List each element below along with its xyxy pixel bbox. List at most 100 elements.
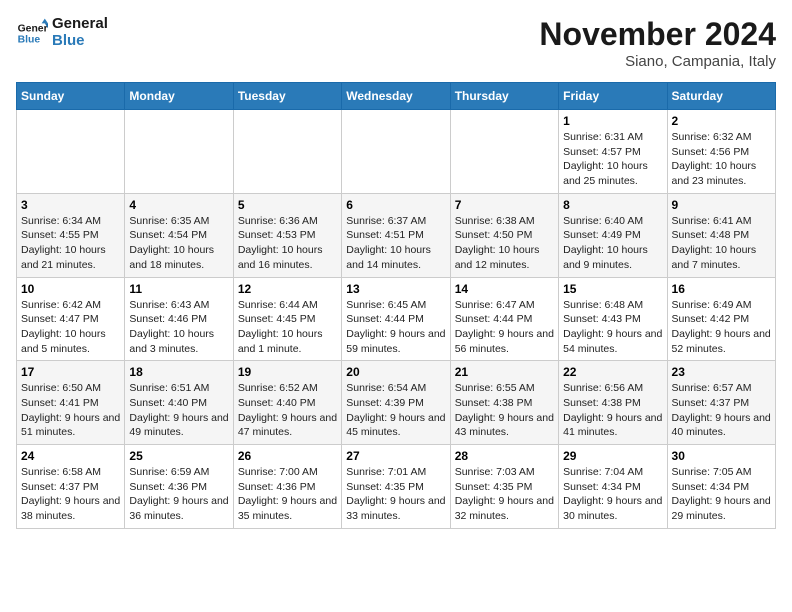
calendar-cell: 6 Sunrise: 6:37 AM Sunset: 4:51 PM Daylig… [342,193,450,277]
day-info: Sunrise: 6:56 AM Sunset: 4:38 PM Dayligh… [563,381,662,440]
day-number: 30 [672,449,771,463]
calendar-cell: 2 Sunrise: 6:32 AM Sunset: 4:56 PM Daylig… [667,110,775,194]
day-number: 20 [346,365,445,379]
col-header-wednesday: Wednesday [342,83,450,110]
day-number: 25 [129,449,228,463]
day-number: 11 [129,282,228,296]
calendar-cell: 24 Sunrise: 6:58 AM Sunset: 4:37 PM Dayli… [17,445,125,529]
calendar-cell: 30 Sunrise: 7:05 AM Sunset: 4:34 PM Dayli… [667,445,775,529]
calendar-cell: 29 Sunrise: 7:04 AM Sunset: 4:34 PM Dayli… [559,445,667,529]
day-info: Sunrise: 7:03 AM Sunset: 4:35 PM Dayligh… [455,465,554,524]
day-number: 6 [346,198,445,212]
logo-icon: General Blue [16,17,48,49]
day-info: Sunrise: 6:47 AM Sunset: 4:44 PM Dayligh… [455,298,554,357]
calendar-cell [450,110,558,194]
day-info: Sunrise: 7:00 AM Sunset: 4:36 PM Dayligh… [238,465,337,524]
day-number: 14 [455,282,554,296]
day-number: 1 [563,114,662,128]
day-info: Sunrise: 6:59 AM Sunset: 4:36 PM Dayligh… [129,465,228,524]
title-block: November 2024 Siano, Campania, Italy [539,16,776,70]
calendar-cell: 7 Sunrise: 6:38 AM Sunset: 4:50 PM Daylig… [450,193,558,277]
day-info: Sunrise: 6:44 AM Sunset: 4:45 PM Dayligh… [238,298,337,357]
day-number: 15 [563,282,662,296]
day-number: 24 [21,449,120,463]
day-info: Sunrise: 6:55 AM Sunset: 4:38 PM Dayligh… [455,381,554,440]
day-number: 16 [672,282,771,296]
day-info: Sunrise: 6:40 AM Sunset: 4:49 PM Dayligh… [563,214,662,273]
calendar-cell: 23 Sunrise: 6:57 AM Sunset: 4:37 PM Dayli… [667,361,775,445]
col-header-monday: Monday [125,83,233,110]
month-title: November 2024 [539,16,776,53]
day-number: 17 [21,365,120,379]
calendar-cell: 15Sunrise: 6:48 AM Sunset: 4:43 PM Dayli… [559,277,667,361]
page-header: General Blue General Blue November 2024 … [16,16,776,70]
day-info: Sunrise: 7:01 AM Sunset: 4:35 PM Dayligh… [346,465,445,524]
calendar-cell: 19 Sunrise: 6:52 AM Sunset: 4:40 PM Dayli… [233,361,341,445]
day-info: Sunrise: 6:49 AM Sunset: 4:42 PM Dayligh… [672,298,771,357]
calendar-week-3: 10 Sunrise: 6:42 AM Sunset: 4:47 PM Dayli… [17,277,776,361]
logo: General Blue General Blue [16,16,108,49]
day-number: 23 [672,365,771,379]
day-info: Sunrise: 6:32 AM Sunset: 4:56 PM Dayligh… [672,130,771,189]
calendar-week-1: 1 Sunrise: 6:31 AM Sunset: 4:57 PM Daylig… [17,110,776,194]
calendar-cell [342,110,450,194]
day-info: Sunrise: 6:45 AM Sunset: 4:44 PM Dayligh… [346,298,445,357]
calendar-body: 1 Sunrise: 6:31 AM Sunset: 4:57 PM Daylig… [17,110,776,529]
day-number: 4 [129,198,228,212]
day-info: Sunrise: 6:52 AM Sunset: 4:40 PM Dayligh… [238,381,337,440]
day-number: 2 [672,114,771,128]
logo-line2: Blue [52,33,108,50]
svg-text:General: General [18,23,48,34]
day-number: 5 [238,198,337,212]
day-number: 27 [346,449,445,463]
day-info: Sunrise: 6:38 AM Sunset: 4:50 PM Dayligh… [455,214,554,273]
day-number: 7 [455,198,554,212]
calendar-cell: 16 Sunrise: 6:49 AM Sunset: 4:42 PM Dayli… [667,277,775,361]
day-info: Sunrise: 7:05 AM Sunset: 4:34 PM Dayligh… [672,465,771,524]
day-number: 29 [563,449,662,463]
day-number: 18 [129,365,228,379]
calendar-cell: 14 Sunrise: 6:47 AM Sunset: 4:44 PM Dayli… [450,277,558,361]
logo-line1: General [52,16,108,33]
svg-text:Blue: Blue [18,34,41,45]
calendar-cell: 5 Sunrise: 6:36 AM Sunset: 4:53 PM Daylig… [233,193,341,277]
calendar-cell: 27 Sunrise: 7:01 AM Sunset: 4:35 PM Dayli… [342,445,450,529]
day-info: Sunrise: 6:54 AM Sunset: 4:39 PM Dayligh… [346,381,445,440]
day-info: Sunrise: 6:58 AM Sunset: 4:37 PM Dayligh… [21,465,120,524]
calendar-week-2: 3 Sunrise: 6:34 AM Sunset: 4:55 PM Daylig… [17,193,776,277]
day-number: 21 [455,365,554,379]
calendar-cell: 1 Sunrise: 6:31 AM Sunset: 4:57 PM Daylig… [559,110,667,194]
calendar-table: SundayMondayTuesdayWednesdayThursdayFrid… [16,82,776,529]
day-info: Sunrise: 7:04 AM Sunset: 4:34 PM Dayligh… [563,465,662,524]
calendar-header-row: SundayMondayTuesdayWednesdayThursdayFrid… [17,83,776,110]
calendar-cell: 8Sunrise: 6:40 AM Sunset: 4:49 PM Daylig… [559,193,667,277]
calendar-cell: 20 Sunrise: 6:54 AM Sunset: 4:39 PM Dayli… [342,361,450,445]
col-header-sunday: Sunday [17,83,125,110]
day-number: 10 [21,282,120,296]
calendar-cell [17,110,125,194]
day-info: Sunrise: 6:31 AM Sunset: 4:57 PM Dayligh… [563,130,662,189]
calendar-cell: 26Sunrise: 7:00 AM Sunset: 4:36 PM Dayli… [233,445,341,529]
calendar-cell: 17Sunrise: 6:50 AM Sunset: 4:41 PM Dayli… [17,361,125,445]
day-number: 3 [21,198,120,212]
calendar-cell: 3 Sunrise: 6:34 AM Sunset: 4:55 PM Daylig… [17,193,125,277]
day-info: Sunrise: 6:57 AM Sunset: 4:37 PM Dayligh… [672,381,771,440]
day-info: Sunrise: 6:42 AM Sunset: 4:47 PM Dayligh… [21,298,120,357]
calendar-cell: 28 Sunrise: 7:03 AM Sunset: 4:35 PM Dayli… [450,445,558,529]
calendar-cell: 4 Sunrise: 6:35 AM Sunset: 4:54 PM Daylig… [125,193,233,277]
calendar-cell: 11 Sunrise: 6:43 AM Sunset: 4:46 PM Dayli… [125,277,233,361]
day-info: Sunrise: 6:43 AM Sunset: 4:46 PM Dayligh… [129,298,228,357]
calendar-cell: 12Sunrise: 6:44 AM Sunset: 4:45 PM Dayli… [233,277,341,361]
day-number: 19 [238,365,337,379]
day-info: Sunrise: 6:35 AM Sunset: 4:54 PM Dayligh… [129,214,228,273]
day-number: 28 [455,449,554,463]
day-info: Sunrise: 6:37 AM Sunset: 4:51 PM Dayligh… [346,214,445,273]
calendar-week-5: 24 Sunrise: 6:58 AM Sunset: 4:37 PM Dayli… [17,445,776,529]
calendar-cell: 22Sunrise: 6:56 AM Sunset: 4:38 PM Dayli… [559,361,667,445]
calendar-cell [233,110,341,194]
col-header-friday: Friday [559,83,667,110]
day-info: Sunrise: 6:36 AM Sunset: 4:53 PM Dayligh… [238,214,337,273]
calendar-cell: 10 Sunrise: 6:42 AM Sunset: 4:47 PM Dayli… [17,277,125,361]
day-number: 13 [346,282,445,296]
day-info: Sunrise: 6:34 AM Sunset: 4:55 PM Dayligh… [21,214,120,273]
